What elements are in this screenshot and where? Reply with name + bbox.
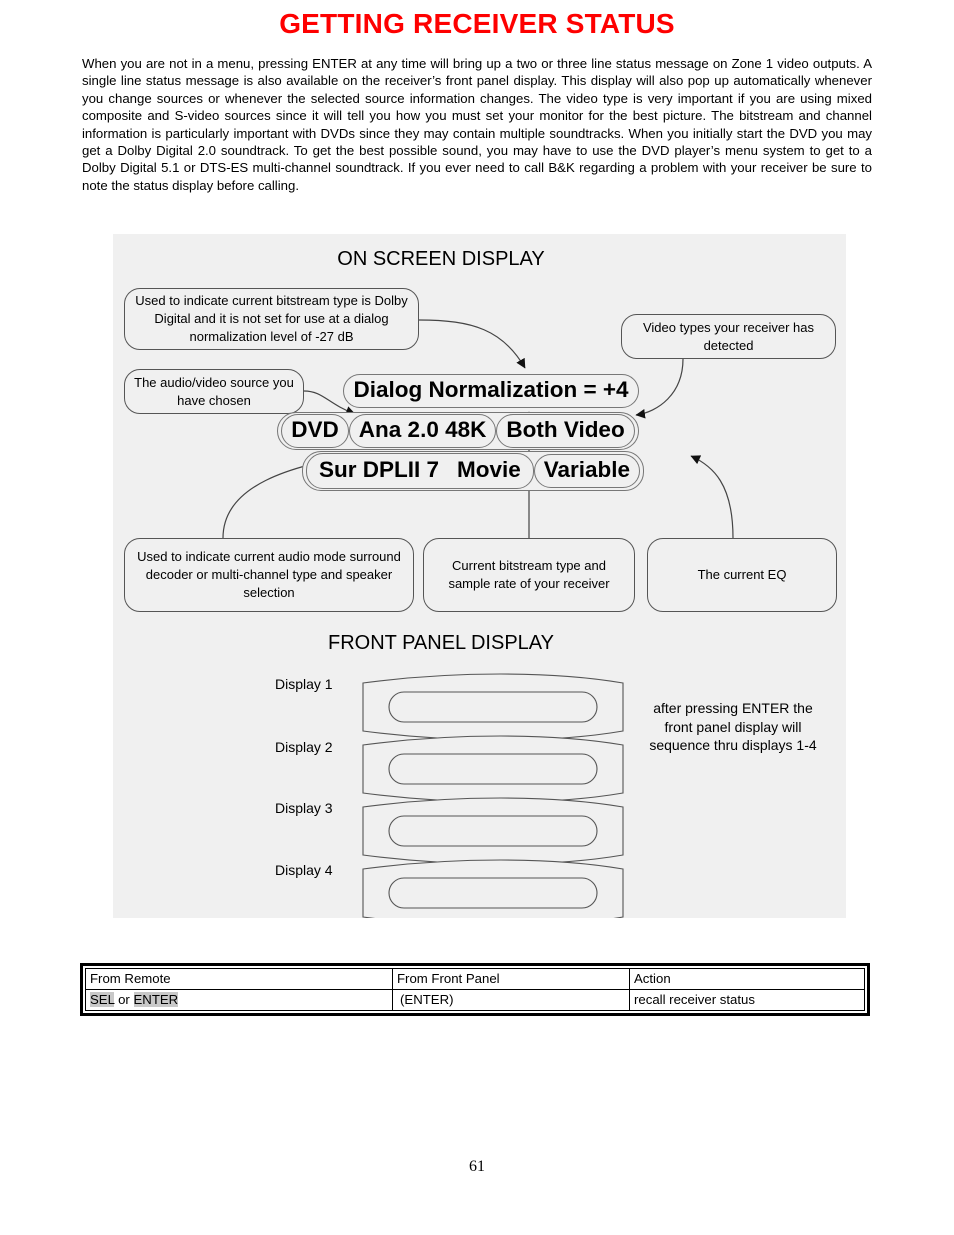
osd-value-video: Both Video	[496, 413, 635, 449]
table-row: SEL or ENTER (ENTER) recall receiver sta…	[85, 989, 865, 1011]
osd-value-bitstream: Ana 2.0 48K	[348, 413, 497, 449]
osd-line-2-group: DVD Ana 2.0 48K Both Video	[277, 411, 639, 451]
osd-value-source: DVD	[281, 413, 349, 449]
osd-line-3-inner-group: Sur DPLII 7 Movie	[305, 452, 534, 490]
front-panel-section-title: FRONT PANEL DISPLAY	[328, 632, 554, 654]
front-panel-label-2: Display 2	[275, 739, 333, 755]
body-paragraph: When you are not in a menu, pressing ENT…	[82, 56, 872, 193]
callout-audio-mode: Used to indicate current audio mode surr…	[124, 538, 414, 612]
table-header-row: From Remote From Front Panel Action	[85, 968, 865, 990]
table-cell-from-front-panel: (ENTER)	[392, 989, 630, 1011]
table-header-from-front-panel: From Front Panel	[392, 968, 630, 990]
command-table-container: From Remote From Front Panel Action SEL …	[80, 963, 870, 1016]
remote-key-enter: ENTER	[133, 992, 179, 1007]
osd-value-audio-mode: Sur DPLII 7	[318, 456, 439, 482]
remote-key-sel: SEL	[90, 992, 115, 1007]
status-display-diagram: ON SCREEN DISPLAY FRONT PANEL DISPLAY Us…	[113, 234, 846, 918]
callout-video-types: Video types your receiver has detected	[621, 314, 836, 359]
table-cell-action: recall receiver status	[629, 989, 865, 1011]
osd-status-line-3: Sur DPLII 7 Movie Variable	[248, 450, 698, 492]
table-header-from-remote: From Remote	[85, 968, 393, 990]
table-header-action: Action	[629, 968, 865, 990]
osd-value-eq: Variable	[533, 453, 641, 489]
page-title: GETTING RECEIVER STATUS	[279, 8, 675, 39]
callout-bitstream-type: Used to indicate current bitstream type …	[124, 288, 419, 350]
callout-current-eq: The current EQ	[647, 538, 837, 612]
front-panel-label-1: Display 1	[275, 676, 333, 692]
osd-status-line-1: Dialog Normalization = +4	[316, 373, 666, 409]
front-panel-label-4: Display 4	[275, 862, 333, 878]
callout-bitstream-sample-rate: Current bitstream type and sample rate o…	[423, 538, 635, 612]
osd-value-preset: Movie	[456, 456, 521, 482]
front-panel-label-3: Display 3	[275, 800, 333, 816]
callout-source: The audio/video source you have chosen	[124, 369, 304, 414]
front-panel-sequence-note: after pressing ENTER the front panel dis…	[649, 700, 817, 753]
osd-line-3-group: Sur DPLII 7 Movie Variable	[301, 450, 645, 492]
table-cell-from-remote: SEL or ENTER	[85, 989, 393, 1011]
osd-value-dialog-normalization: Dialog Normalization = +4	[343, 373, 639, 409]
page-number: 61	[469, 1158, 485, 1175]
osd-status-line-2: DVD Ana 2.0 48K Both Video	[248, 411, 668, 451]
osd-section-title: ON SCREEN DISPLAY	[337, 248, 545, 270]
remote-conjunction: or	[114, 992, 134, 1007]
command-table: From Remote From Front Panel Action SEL …	[85, 968, 865, 1011]
